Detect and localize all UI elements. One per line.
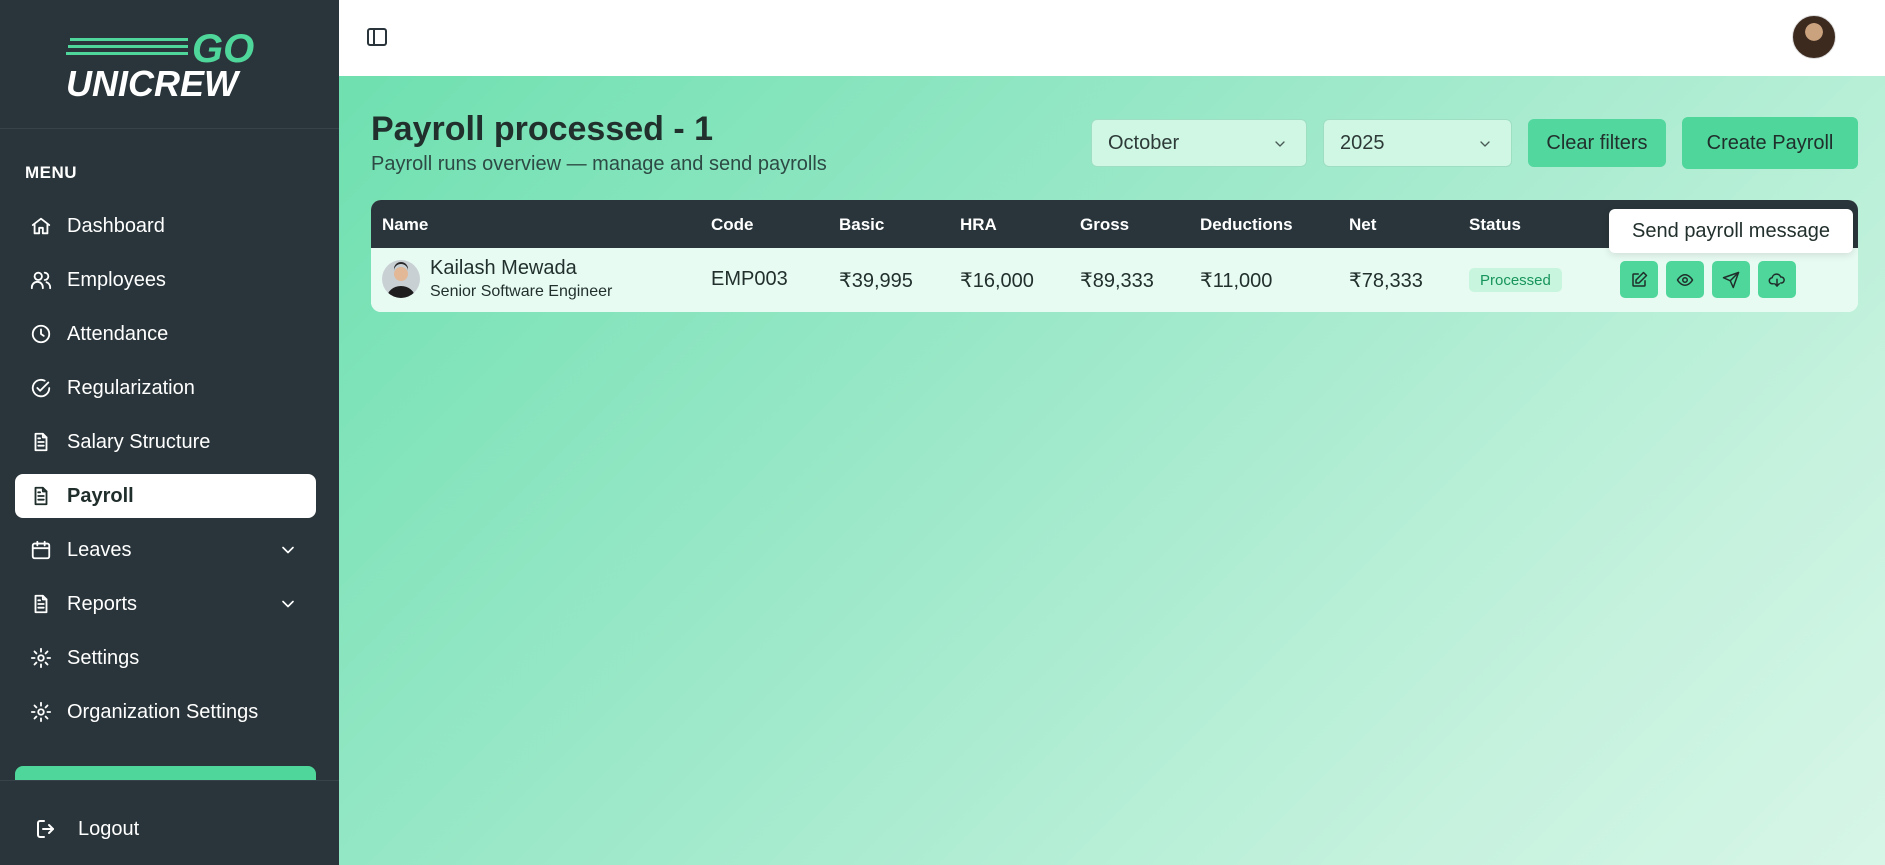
sidebar-item-label: Reports xyxy=(67,592,138,615)
document-icon xyxy=(29,430,53,454)
logo-unicrew: UNICREW xyxy=(66,63,241,102)
sidebar: GO UNICREW MENU Dashboard Employees Atte… xyxy=(0,0,339,865)
users-icon xyxy=(29,268,53,292)
gear-icon xyxy=(29,646,53,670)
logout-button[interactable]: Logout xyxy=(34,812,139,846)
home-icon xyxy=(29,214,53,238)
sidebar-item-label: Dashboard xyxy=(67,214,165,237)
user-avatar[interactable] xyxy=(1792,15,1836,59)
download-payroll-button[interactable] xyxy=(1758,261,1796,298)
cloud-download-icon xyxy=(1768,272,1785,287)
sidebar-item-label: Employees xyxy=(67,268,166,291)
document-icon xyxy=(29,592,53,616)
sidebar-item-label: Salary Structure xyxy=(67,430,211,453)
column-header-name: Name xyxy=(382,215,429,234)
sidebar-item-organization-settings[interactable]: Organization Settings xyxy=(15,690,316,734)
column-header-hra: HRA xyxy=(960,215,997,234)
employee-name: Kailash Mewada xyxy=(430,257,577,279)
sidebar-item-label: Attendance xyxy=(67,322,169,345)
month-select[interactable]: October xyxy=(1091,119,1307,167)
year-select-value: 2025 xyxy=(1340,131,1385,154)
sidebar-item-dashboard[interactable]: Dashboard xyxy=(15,204,316,248)
status-badge: Processed xyxy=(1469,268,1562,292)
sidebar-item-regularization[interactable]: Regularization xyxy=(15,366,316,410)
sidebar-item-leaves[interactable]: Leaves xyxy=(15,528,316,572)
gear-icon xyxy=(29,700,53,724)
check-circle-icon xyxy=(29,376,53,400)
main-content: Payroll processed - 1 Payroll runs overv… xyxy=(339,76,1885,865)
cell-deductions: ₹11,000 xyxy=(1200,270,1273,292)
eye-icon xyxy=(1676,273,1694,286)
chevron-down-icon xyxy=(1275,141,1285,147)
top-bar xyxy=(339,0,1885,76)
logo-divider xyxy=(0,128,339,129)
sidebar-item-settings[interactable]: Settings xyxy=(15,636,316,680)
column-header-net: Net xyxy=(1349,215,1377,234)
column-header-deductions: Deductions xyxy=(1200,215,1293,234)
column-header-status: Status xyxy=(1469,215,1521,234)
month-select-value: October xyxy=(1108,131,1180,154)
chevron-down-icon xyxy=(1480,141,1490,147)
send-payroll-button[interactable] xyxy=(1712,261,1750,298)
sidebar-item-label: Leaves xyxy=(67,538,132,561)
sidebar-item-reports[interactable]: Reports xyxy=(15,582,316,626)
clear-filters-button[interactable]: Clear filters xyxy=(1528,119,1666,167)
cell-code: EMP003 xyxy=(711,268,788,290)
sidebar-item-salary-structure[interactable]: Salary Structure xyxy=(15,420,316,464)
logout-label: Logout xyxy=(78,817,140,840)
sidebar-promo-card[interactable] xyxy=(15,766,316,780)
table-row[interactable]: Kailash Mewada Senior Software Engineer … xyxy=(371,248,1858,312)
cell-gross: ₹89,333 xyxy=(1080,270,1154,292)
chevron-down-icon xyxy=(282,600,294,608)
menu-title: MENU xyxy=(25,163,78,182)
sidebar-toggle-icon[interactable] xyxy=(365,25,389,49)
year-select[interactable]: 2025 xyxy=(1323,119,1512,167)
chevron-down-icon xyxy=(282,546,294,554)
employee-role: Senior Software Engineer xyxy=(430,283,613,300)
sidebar-item-label: Regularization xyxy=(67,376,195,399)
sidebar-item-payroll[interactable]: Payroll xyxy=(15,474,316,518)
view-payroll-button[interactable] xyxy=(1666,261,1704,298)
create-payroll-button[interactable]: Create Payroll xyxy=(1682,117,1858,169)
clock-icon xyxy=(29,322,53,346)
sidebar-item-label: Settings xyxy=(67,646,140,669)
cell-hra: ₹16,000 xyxy=(960,270,1034,292)
column-header-basic: Basic xyxy=(839,215,885,234)
sidebar-item-employees[interactable]: Employees xyxy=(15,258,316,302)
logout-icon xyxy=(37,820,54,838)
sidebar-item-attendance[interactable]: Attendance xyxy=(15,312,316,356)
cell-basic: ₹39,995 xyxy=(839,270,913,292)
edit-payroll-button[interactable] xyxy=(1620,261,1658,298)
logo: GO UNICREW xyxy=(66,27,254,102)
cell-net: ₹78,333 xyxy=(1349,270,1423,292)
sidebar-item-label: Payroll xyxy=(67,484,134,507)
column-header-code: Code xyxy=(711,215,754,234)
employee-avatar xyxy=(382,260,420,298)
document-icon xyxy=(29,484,53,508)
sidebar-item-label: Organization Settings xyxy=(67,700,259,723)
page-title: Payroll processed - 1 xyxy=(371,110,714,148)
send-icon xyxy=(1722,271,1740,288)
column-header-gross: Gross xyxy=(1080,215,1130,234)
sidebar-bottom-divider xyxy=(0,780,339,781)
page-subtitle: Payroll runs overview — manage and send … xyxy=(371,153,827,175)
send-payroll-tooltip: Send payroll message xyxy=(1609,209,1853,253)
calendar-icon xyxy=(29,538,53,562)
edit-icon xyxy=(1632,271,1648,287)
